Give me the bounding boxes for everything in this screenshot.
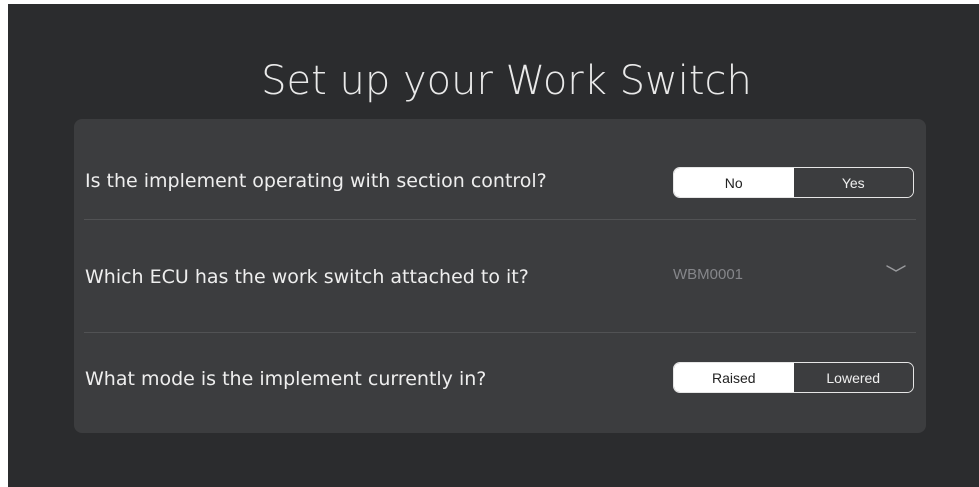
implement-mode-toggle: Raised Lowered (673, 362, 914, 393)
section-control-yes-option[interactable]: Yes (793, 168, 913, 197)
page-title: Set up your Work Switch (261, 58, 752, 104)
work-switch-setup-screen: Set up your Work Switch Is the implement… (8, 4, 979, 487)
chevron-down-icon (886, 265, 906, 272)
section-control-no-option[interactable]: No (674, 168, 794, 197)
section-control-toggle: No Yes (673, 167, 914, 198)
section-control-row: Is the implement operating with section … (74, 119, 926, 219)
settings-card: Is the implement operating with section … (74, 119, 926, 433)
implement-mode-lowered-option[interactable]: Lowered (793, 363, 913, 392)
implement-mode-row: What mode is the implement currently in?… (74, 332, 926, 433)
ecu-dropdown-value: WBM0001 (673, 266, 744, 283)
ecu-question: Which ECU has the work switch attached t… (85, 266, 529, 288)
ecu-dropdown[interactable]: WBM0001 (673, 251, 918, 301)
implement-mode-raised-option[interactable]: Raised (674, 363, 794, 392)
ecu-row: Which ECU has the work switch attached t… (74, 219, 926, 332)
section-control-question: Is the implement operating with section … (85, 170, 547, 192)
implement-mode-question: What mode is the implement currently in? (85, 368, 487, 390)
